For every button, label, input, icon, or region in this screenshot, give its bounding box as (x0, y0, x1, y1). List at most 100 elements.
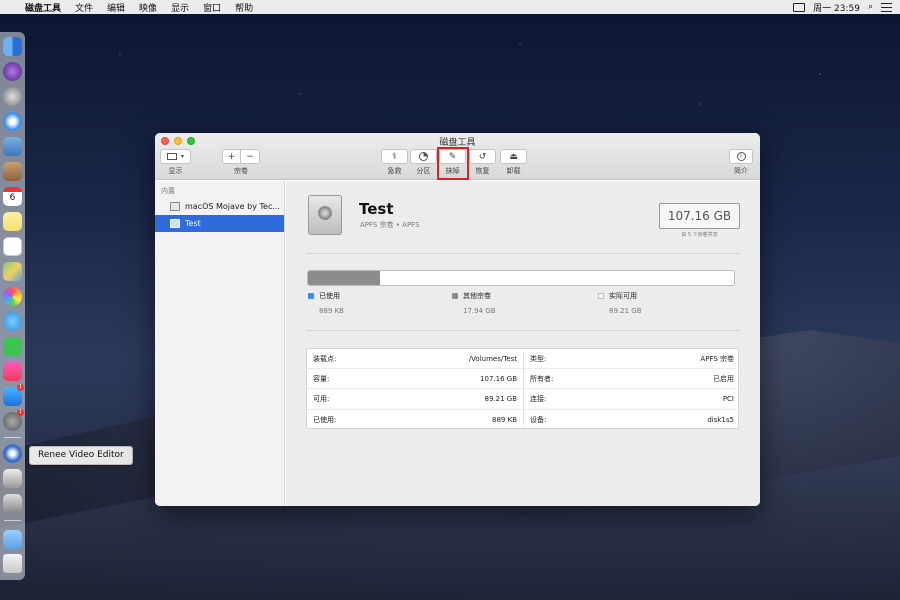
facetime-icon[interactable] (3, 337, 22, 356)
volume-control: + − 宗卷 (222, 149, 260, 176)
sidebar-item-label: macOS Mojave by Tec... (185, 202, 280, 211)
stethoscope-icon: ⚕ (392, 151, 397, 162)
spotlight-icon[interactable]: ⌕ (868, 2, 873, 12)
menubar-clock[interactable]: 周一 23:59 (813, 1, 860, 14)
notification-center-icon[interactable] (881, 2, 892, 12)
unmount-button[interactable]: ⏏ (500, 149, 527, 164)
system-preferences-icon[interactable]: 1 (3, 409, 24, 431)
menu-view[interactable]: 显示 (164, 1, 196, 14)
dock-separator (4, 520, 21, 521)
partition-button[interactable] (410, 149, 437, 164)
info-value: disk1s5 (707, 415, 734, 424)
stethoscope-app-icon[interactable] (3, 494, 22, 513)
maps-icon[interactable] (3, 262, 22, 281)
add-volume-button[interactable]: + (222, 149, 241, 164)
legend-value-other: 17.94 GB (463, 307, 496, 315)
view-control: ▾ 显示 (160, 149, 191, 176)
calendar-icon[interactable]: 6 (3, 187, 22, 206)
legend-free: 实际可用 89.21 GB (598, 291, 642, 315)
legend-swatch-other (452, 293, 458, 299)
legend-value-free: 89.21 GB (609, 307, 642, 315)
legend-label-used: 已使用 (319, 292, 340, 300)
siri-icon[interactable] (3, 62, 22, 81)
menu-file[interactable]: 文件 (68, 1, 100, 14)
finder-icon[interactable] (3, 37, 22, 56)
menu-app-name[interactable]: 磁盘工具 (18, 1, 68, 14)
info-value: APFS 宗卷 (700, 354, 734, 363)
launchpad-icon[interactable] (3, 87, 22, 106)
erase-highlight-box (437, 147, 469, 180)
calendar-day: 6 (9, 193, 16, 203)
divider (306, 253, 740, 254)
messages-icon[interactable] (3, 312, 22, 331)
info-row-device: 设备: disk1s5 (524, 410, 740, 430)
sidebar-item-label: Test (185, 219, 201, 228)
sidebar-icon (166, 153, 177, 160)
view-button[interactable]: ▾ (160, 149, 191, 164)
restore-icon: ↺ (478, 151, 487, 162)
info-value: 107.16 GB (480, 374, 517, 383)
info-row-available: 可用: 89.21 GB (307, 389, 523, 410)
info-row-capacity: 容量: 107.16 GB (307, 369, 523, 390)
eject-icon: ⏏ (509, 151, 518, 162)
partition-label: 分区 (416, 167, 431, 175)
legend-swatch-free (598, 293, 604, 299)
sidebar-item-macos-volume[interactable]: macOS Mojave by Tec... (155, 198, 284, 215)
menu-help[interactable]: 帮助 (228, 1, 260, 14)
menu-edit[interactable]: 编辑 (100, 1, 132, 14)
info-row-type: 类型: APFS 宗卷 (524, 349, 740, 370)
info-row-used: 已使用: 889 KB (307, 410, 523, 430)
dock-separator (4, 437, 21, 438)
menu-window[interactable]: 窗口 (196, 1, 228, 14)
restore-control: ↺ 恢复 (469, 149, 496, 176)
trash-icon[interactable] (3, 554, 22, 573)
system-preferences-badge: 1 (17, 409, 24, 416)
disk-icon (170, 219, 180, 228)
volume-label: 宗卷 (234, 167, 248, 175)
menu-bar: 磁盘工具 文件 编辑 映像 显示 窗口 帮助 周一 23:59 ⌕ (0, 0, 900, 14)
sidebar-item-test[interactable]: Test (155, 215, 284, 232)
info-value: PCI (722, 394, 734, 403)
capacity-note: 由 5 个宗卷共享 (681, 232, 718, 238)
reminders-icon[interactable] (3, 237, 22, 256)
info-control: i 简介 (729, 149, 753, 176)
info-key: 已使用: (313, 415, 337, 424)
divider (306, 330, 740, 331)
photos-icon[interactable] (3, 287, 22, 306)
contacts-icon[interactable] (3, 162, 22, 181)
view-label: 显示 (168, 167, 183, 175)
disk-utility-icon[interactable] (3, 469, 22, 488)
window-toolbar: 磁盘工具 ▾ 显示 + − 宗卷 ⚕ 急救 分区 ✎ 抹掉 ↺ 恢复 ⏏ 卸载 … (155, 133, 760, 180)
partition-control: 分区 (410, 149, 437, 176)
first-aid-button[interactable]: ⚕ (381, 149, 408, 164)
disk-icon (170, 202, 180, 211)
info-column-right: 类型: APFS 宗卷 所有者: 已启用 连接: PCI 设备: disk1s5 (524, 349, 740, 430)
usage-bar-fill (308, 271, 381, 285)
display-mirror-icon[interactable] (793, 2, 806, 12)
app-store-icon[interactable]: 1 (3, 384, 24, 406)
itunes-icon[interactable] (3, 362, 22, 381)
disk-utility-window: 磁盘工具 ▾ 显示 + − 宗卷 ⚕ 急救 分区 ✎ 抹掉 ↺ 恢复 ⏏ 卸载 … (155, 133, 760, 506)
volume-name: Test (359, 200, 394, 218)
info-label: 简介 (734, 167, 748, 175)
remove-volume-button[interactable]: − (241, 149, 260, 164)
info-key: 连接: (530, 394, 547, 403)
info-icon: i (736, 152, 746, 161)
downloads-folder-icon[interactable] (3, 530, 22, 549)
info-button[interactable]: i (729, 149, 753, 164)
menu-image[interactable]: 映像 (132, 1, 164, 14)
legend-used: 已使用 889 KB (308, 291, 344, 315)
volume-detail-pane: Test APFS 宗卷 • APFS 107.16 GB 由 5 个宗卷共享 … (286, 181, 760, 506)
safari-icon[interactable] (3, 112, 22, 131)
mail-icon[interactable] (3, 137, 22, 156)
notes-icon[interactable] (3, 212, 22, 231)
legend-value-used: 889 KB (319, 307, 344, 315)
info-key: 类型: (530, 354, 547, 363)
renee-video-editor-icon[interactable] (3, 444, 22, 463)
info-column-left: 装载点: /Volumes/Test 容量: 107.16 GB 可用: 89.21 … (307, 349, 523, 430)
capacity-box: 107.16 GB (659, 203, 740, 229)
info-key: 容量: (313, 374, 330, 383)
chevron-down-icon: ▾ (180, 153, 184, 160)
restore-button[interactable]: ↺ (469, 149, 496, 164)
legend-other: 其他宗卷 17.94 GB (452, 291, 496, 315)
